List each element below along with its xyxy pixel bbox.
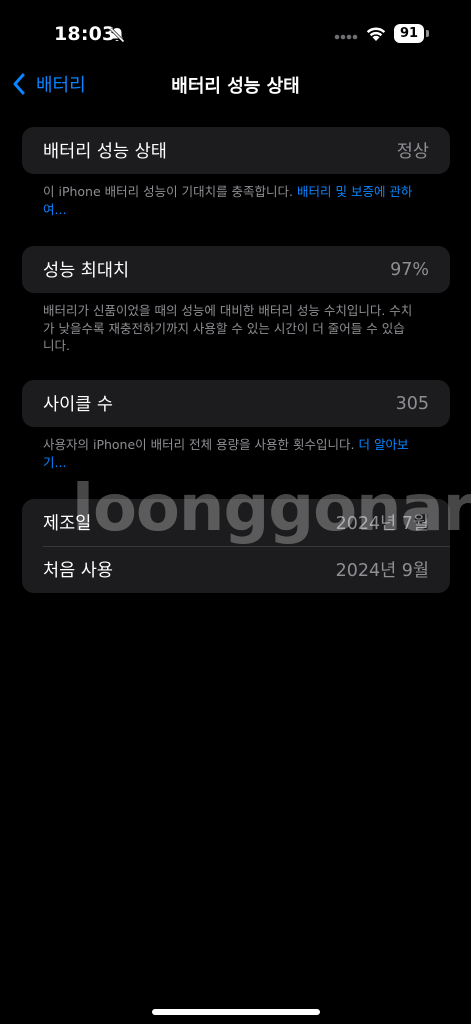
- health-footnote-text: 이 iPhone 배터리 성능이 기대치를 충족합니다.: [43, 184, 298, 199]
- manufacture-date-label: 제조일: [43, 514, 92, 534]
- dates-group: 제조일 2024년 7월 처음 사용 2024년 9월: [22, 499, 450, 593]
- health-footnote: 이 iPhone 배터리 성능이 기대치를 충족합니다. 배터리 및 보증에 관…: [43, 183, 413, 218]
- bell-slash-icon: [109, 27, 125, 43]
- status-bar: 18:03 91: [0, 0, 471, 60]
- first-use-row: 처음 사용 2024년 9월: [22, 546, 450, 593]
- max-capacity-footnote-text: 배터리가 신품이었을 때의 성능에 대비한 배터리 성능 수치입니다. 수치가 …: [43, 303, 413, 353]
- manufacture-date-row: 제조일 2024년 7월: [22, 499, 450, 546]
- wifi-icon: [366, 27, 386, 41]
- cellular-signal-icon: [334, 34, 358, 40]
- max-capacity-footnote: 배터리가 신품이었을 때의 성능에 대비한 배터리 성능 수치입니다. 수치가 …: [43, 302, 413, 355]
- first-use-value: 2024년 9월: [335, 561, 429, 581]
- max-capacity-label: 성능 최대치: [43, 261, 130, 281]
- battery-icon: 91: [394, 24, 430, 43]
- cycle-count-group: 사이클 수 305: [22, 380, 450, 427]
- back-button-label: 배터리: [36, 75, 86, 96]
- home-indicator[interactable]: [152, 1009, 320, 1015]
- chevron-left-icon: [13, 73, 25, 95]
- health-value: 정상: [396, 142, 429, 162]
- manufacture-date-value: 2024년 7월: [335, 514, 429, 534]
- max-capacity-value: 97%: [390, 259, 429, 280]
- cycle-count-row: 사이클 수 305: [22, 380, 450, 427]
- cycle-count-value: 305: [395, 393, 429, 414]
- navigation-bar: 배터리 성능 상태 배터리: [0, 60, 471, 108]
- cycle-count-footnote-text: 사용자의 iPhone이 배터리 전체 용량을 사용한 횟수입니다.: [43, 437, 359, 452]
- health-row: 배터리 성능 상태 정상: [22, 127, 450, 174]
- battery-level: 91: [394, 24, 424, 43]
- cycle-count-footnote: 사용자의 iPhone이 배터리 전체 용량을 사용한 횟수입니다. 더 알아보…: [43, 436, 413, 471]
- battery-cap: [426, 30, 429, 37]
- first-use-label: 처음 사용: [43, 561, 113, 581]
- cycle-count-label: 사이클 수: [43, 395, 113, 415]
- health-group: 배터리 성능 상태 정상: [22, 127, 450, 174]
- back-button[interactable]: 배터리: [12, 70, 86, 98]
- health-label: 배터리 성능 상태: [43, 142, 167, 162]
- max-capacity-group: 성능 최대치 97%: [22, 246, 450, 293]
- max-capacity-row: 성능 최대치 97%: [22, 246, 450, 293]
- status-time: 18:03: [54, 23, 116, 45]
